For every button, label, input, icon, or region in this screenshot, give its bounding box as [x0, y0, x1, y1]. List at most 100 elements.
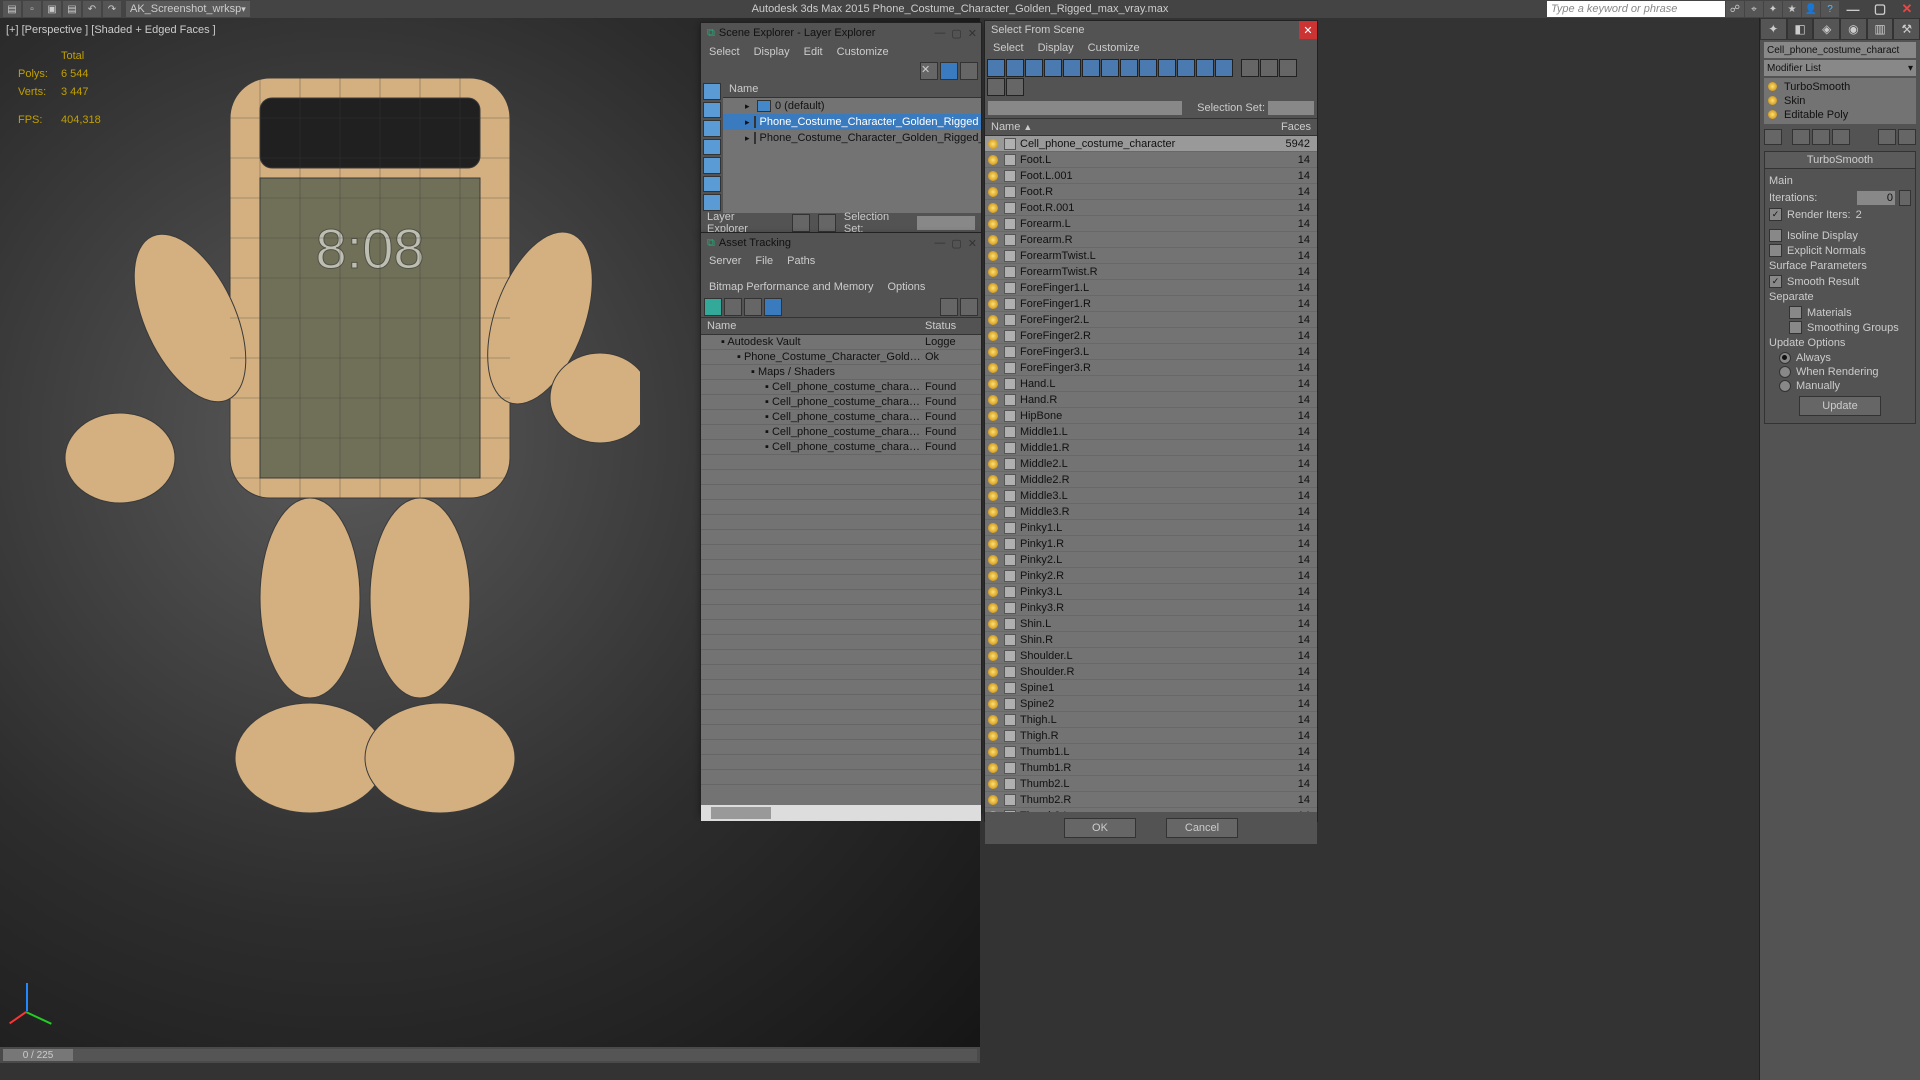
column-header-faces[interactable]: Faces [1255, 119, 1317, 135]
toggle-icon[interactable] [818, 214, 836, 232]
object-row[interactable]: ForeFinger2.R14 [985, 328, 1317, 344]
menu-item[interactable]: Display [1038, 42, 1074, 54]
object-row[interactable]: Shoulder.R14 [985, 664, 1317, 680]
close-icon[interactable]: ✕ [1299, 21, 1317, 39]
update-button[interactable]: Update [1799, 396, 1881, 416]
sfs-columns[interactable]: Name ▲ Faces [985, 118, 1317, 136]
menu-item[interactable]: Paths [787, 255, 815, 267]
filter-icon[interactable] [1196, 59, 1214, 77]
filter-icon[interactable] [1101, 59, 1119, 77]
exchange-icon[interactable]: ✦ [1764, 1, 1782, 17]
app-menu-icon[interactable]: ▤ [3, 1, 21, 17]
column-header-name[interactable]: Name [701, 318, 919, 334]
object-row[interactable]: ForeFinger3.R14 [985, 360, 1317, 376]
ok-button[interactable]: OK [1064, 818, 1136, 838]
sep-materials-checkbox[interactable] [1789, 306, 1802, 319]
object-row[interactable]: ForearmTwist.R14 [985, 264, 1317, 280]
filter-icon[interactable] [1177, 59, 1195, 77]
refresh-icon[interactable] [704, 298, 722, 316]
modifier-list-dropdown[interactable]: Modifier List [1764, 60, 1916, 76]
open-icon[interactable]: ▣ [43, 1, 61, 17]
column-header-name[interactable]: Name [723, 81, 981, 98]
subscription-icon[interactable]: ☍ [1726, 1, 1744, 17]
tool-icon[interactable] [1812, 129, 1830, 145]
object-row[interactable]: Thigh.R14 [985, 728, 1317, 744]
object-row[interactable]: Thumb1.L14 [985, 744, 1317, 760]
asset-row[interactable]: ▪ Maps / Shaders [701, 365, 981, 380]
asset-row[interactable]: ▪ Cell_phone_costume_character_normal.pn… [701, 410, 981, 425]
object-row[interactable]: Middle1.L14 [985, 424, 1317, 440]
object-name-field[interactable]: Cell_phone_costume_charact [1764, 42, 1916, 58]
minimize-button[interactable]: — [1840, 1, 1866, 17]
select-from-scene-titlebar[interactable]: Select From Scene✕ [985, 21, 1317, 39]
object-row[interactable]: ForeFinger2.L14 [985, 312, 1317, 328]
tab-utilities-icon[interactable]: ⚒ [1893, 18, 1920, 40]
object-row[interactable]: Foot.R14 [985, 184, 1317, 200]
object-row[interactable]: Hand.L14 [985, 376, 1317, 392]
spinner-icon[interactable] [1899, 190, 1911, 206]
clear-search-icon[interactable]: ✕ [920, 62, 938, 80]
filter-icon[interactable] [703, 157, 721, 174]
view-mode-icon[interactable] [940, 62, 958, 80]
filter-icon[interactable] [1082, 59, 1100, 77]
viewport-label[interactable]: [+] [Perspective ] [Shaded + Edged Faces… [6, 24, 216, 36]
object-row[interactable]: Pinky2.R14 [985, 568, 1317, 584]
remove-modifier-icon[interactable] [1878, 129, 1896, 145]
asset-row[interactable]: ▪ Cell_phone_costume_character_ReflectGl… [701, 440, 981, 455]
object-row[interactable]: Thumb3.L14 [985, 808, 1317, 812]
menu-item[interactable]: Options [887, 281, 925, 293]
object-row[interactable]: Shin.L14 [985, 616, 1317, 632]
tab-display-icon[interactable]: ▥ [1867, 18, 1894, 40]
search-input[interactable]: Type a keyword or phrase [1547, 1, 1725, 17]
horizontal-scrollbar[interactable] [701, 805, 981, 821]
tool-icon[interactable] [940, 298, 958, 316]
isoline-checkbox[interactable] [1769, 229, 1782, 242]
close-icon[interactable]: ✕ [968, 27, 977, 40]
object-row[interactable]: Shoulder.L14 [985, 648, 1317, 664]
tool-icon[interactable] [987, 78, 1005, 96]
object-row[interactable]: ForeFinger1.R14 [985, 296, 1317, 312]
object-row[interactable]: Thumb2.L14 [985, 776, 1317, 792]
object-row[interactable]: Spine214 [985, 696, 1317, 712]
filter-icon[interactable] [1139, 59, 1157, 77]
configure-icon[interactable] [1898, 129, 1916, 145]
redo-icon[interactable]: ↷ [103, 1, 121, 17]
modifier-item[interactable]: Skin [1766, 94, 1914, 108]
object-row[interactable]: Middle3.L14 [985, 488, 1317, 504]
toggle-icon[interactable] [792, 214, 810, 232]
object-row[interactable]: Pinky1.L14 [985, 520, 1317, 536]
object-row[interactable]: ForeFinger1.L14 [985, 280, 1317, 296]
modifier-item[interactable]: TurboSmooth [1766, 80, 1914, 94]
menu-item[interactable]: File [755, 255, 773, 267]
render-iters-checkbox[interactable]: ✓ [1769, 208, 1782, 221]
object-row[interactable]: ForearmTwist.L14 [985, 248, 1317, 264]
update-always-radio[interactable] [1779, 352, 1791, 364]
tab-create-icon[interactable]: ✦ [1760, 18, 1787, 40]
object-row[interactable]: Cell_phone_costume_character5942 [985, 136, 1317, 152]
object-row[interactable]: Pinky3.R14 [985, 600, 1317, 616]
tool-icon[interactable] [1792, 129, 1810, 145]
object-row[interactable]: Thumb2.R14 [985, 792, 1317, 808]
modifier-stack[interactable]: TurboSmoothSkinEditable Poly [1764, 78, 1916, 124]
star-icon[interactable]: ★ [1783, 1, 1801, 17]
tool-icon[interactable] [744, 298, 762, 316]
tab-modify-icon[interactable]: ◧ [1787, 18, 1814, 40]
object-row[interactable]: Forearm.L14 [985, 216, 1317, 232]
selection-set-dropdown[interactable] [917, 216, 975, 230]
filter-icon[interactable] [703, 176, 721, 193]
object-row[interactable]: ForeFinger3.L14 [985, 344, 1317, 360]
tab-motion-icon[interactable]: ◉ [1840, 18, 1867, 40]
asset-tracking-titlebar[interactable]: ⧉Asset Tracking—▢✕ [701, 233, 981, 253]
menu-item[interactable]: Edit [804, 46, 823, 58]
filter-icon[interactable] [1063, 59, 1081, 77]
menu-item[interactable]: Server [709, 255, 741, 267]
signin-icon[interactable]: 👤 [1802, 1, 1820, 17]
object-row[interactable]: Foot.L.00114 [985, 168, 1317, 184]
asset-row[interactable]: ▪ Cell_phone_costume_character_Diffuse_v… [701, 380, 981, 395]
timeline-position[interactable]: 0 / 225 [3, 1049, 73, 1061]
menu-item[interactable]: Display [754, 46, 790, 58]
search-input[interactable] [988, 101, 1182, 115]
update-manual-radio[interactable] [1779, 380, 1791, 392]
tool-icon[interactable] [960, 298, 978, 316]
layer-tree[interactable]: Name ▸0 (default)▸Phone_Costume_Characte… [723, 81, 981, 213]
